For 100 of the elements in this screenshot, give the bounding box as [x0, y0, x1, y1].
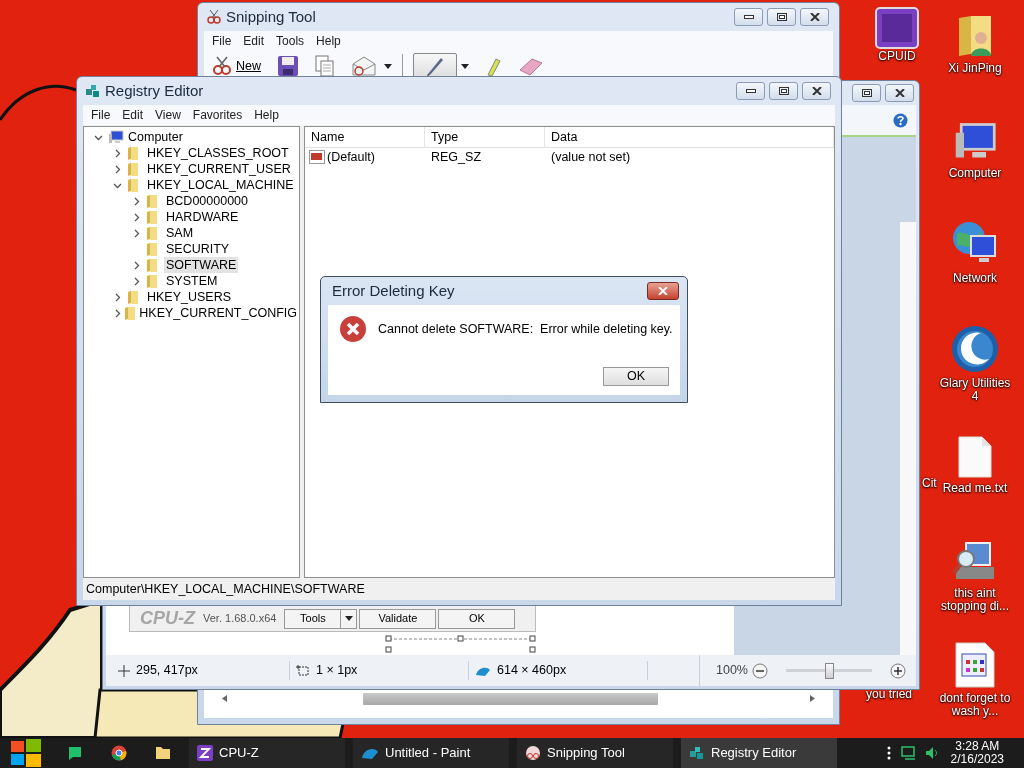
cpu-chip-icon: [197, 745, 213, 761]
zoom-slider[interactable]: [786, 662, 872, 679]
taskbar-button[interactable]: Untitled - Paint: [353, 738, 509, 768]
close-button[interactable]: [802, 82, 831, 100]
folder-icon: [146, 193, 158, 209]
column-header[interactable]: Data: [545, 127, 834, 147]
desktop-icon-label[interactable]: Computer: [936, 167, 1014, 180]
desktop-icon-label[interactable]: CPUID: [878, 50, 916, 63]
menu-item[interactable]: Tools: [270, 32, 311, 50]
folder-icon[interactable]: [155, 746, 171, 760]
tree-item[interactable]: HKEY_CURRENT_CONFIG: [137, 305, 299, 321]
folder-icon: [146, 209, 158, 225]
chevron-right-icon[interactable]: [113, 148, 122, 158]
menu-item[interactable]: Edit: [116, 106, 150, 124]
dialog-title: Error Deleting Key: [332, 280, 455, 301]
tree-item[interactable]: HARDWARE: [164, 209, 241, 225]
app-window-icon: [955, 642, 995, 688]
minimize-button[interactable]: [734, 8, 763, 26]
scroll-right-icon[interactable]: [810, 695, 815, 702]
tree-item[interactable]: SOFTWARE: [164, 257, 239, 273]
restore-button[interactable]: [769, 82, 798, 100]
help-icon[interactable]: [893, 112, 908, 128]
menu-item[interactable]: File: [85, 106, 117, 124]
tree-item[interactable]: SECURITY: [164, 241, 232, 257]
chevron-right-icon[interactable]: [132, 196, 141, 206]
volume-icon[interactable]: [924, 746, 939, 760]
minimize-button[interactable]: [736, 82, 765, 100]
column-header[interactable]: Type: [425, 127, 545, 147]
registry-icon: [85, 83, 101, 99]
close-button[interactable]: [800, 8, 829, 26]
cursor-position: 295, 417px: [136, 662, 198, 680]
image-button[interactable]: Validate: [359, 608, 437, 629]
restore-icon: [776, 13, 787, 21]
restore-button[interactable]: [852, 84, 881, 102]
chrome-icon[interactable]: [111, 745, 127, 761]
desktop-icon-label[interactable]: Read me.txt: [936, 482, 1014, 495]
close-button[interactable]: [885, 84, 914, 102]
chevron-right-icon[interactable]: [132, 212, 141, 222]
tree-item[interactable]: SYSTEM: [164, 273, 220, 289]
network-icon[interactable]: [900, 746, 917, 760]
desktop-icon-label[interactable]: Cit: [922, 477, 937, 490]
window-title: Snipping Tool: [226, 6, 316, 27]
status-path: Computer\HKEY_LOCAL_MACHINE\SOFTWARE: [86, 580, 365, 598]
tree-item[interactable]: HKEY_USERS: [145, 289, 234, 305]
taskbar-button[interactable]: Snipping Tool: [517, 738, 673, 768]
tree-item[interactable]: Computer: [126, 129, 185, 145]
tree-item[interactable]: HKEY_CLASSES_ROOT: [145, 145, 291, 161]
dropdown-arrow-icon[interactable]: [344, 616, 353, 621]
desktop-icon-label[interactable]: Network: [936, 272, 1014, 285]
chevron-right-icon[interactable]: [113, 308, 122, 318]
folder-icon: [127, 145, 139, 161]
minimize-icon: [743, 15, 754, 19]
close-icon: [658, 287, 668, 295]
desktop-icon-label[interactable]: Xi JinPing: [936, 62, 1014, 75]
desktop-icon-label[interactable]: this aint stopping di...: [936, 587, 1014, 613]
restore-button[interactable]: [767, 8, 796, 26]
scroll-left-icon[interactable]: [222, 695, 227, 702]
computer-icon: [108, 129, 124, 145]
cpu-chip-icon: [874, 6, 920, 50]
menu-item[interactable]: View: [149, 106, 187, 124]
menu-item[interactable]: File: [206, 32, 238, 50]
vertical-scrollbar[interactable]: [900, 222, 916, 655]
new-tool-button[interactable]: New: [208, 52, 264, 80]
close-button[interactable]: [647, 282, 679, 300]
chevron-right-icon[interactable]: [132, 228, 141, 238]
desktop-icon-label[interactable]: Glary Utilities 4: [936, 377, 1014, 403]
chevron-right-icon[interactable]: [113, 164, 122, 174]
menu-item[interactable]: Edit: [237, 32, 271, 50]
menu-item[interactable]: Help: [310, 32, 347, 50]
taskbar-button[interactable]: Registry Editor: [681, 738, 837, 768]
desktop-icon-label[interactable]: you tried: [866, 688, 913, 701]
image-button[interactable]: Tools: [284, 608, 358, 629]
scrollbar-thumb[interactable]: [363, 692, 658, 705]
zoom-out-icon[interactable]: [752, 662, 768, 679]
menu-item[interactable]: Favorites: [186, 106, 249, 124]
resize-handles-drawing[interactable]: [385, 635, 537, 653]
string-value-icon: [309, 150, 325, 164]
windows-logo-icon[interactable]: [11, 739, 41, 767]
envelope-icon: [351, 55, 377, 77]
ok-button[interactable]: OK: [603, 367, 669, 386]
zoom-in-icon[interactable]: [890, 662, 906, 679]
chat-icon[interactable]: [67, 745, 83, 761]
tree-item[interactable]: HKEY_CURRENT_USER: [145, 161, 293, 177]
desktop-icon-label[interactable]: dont forget to wash y...: [936, 692, 1014, 718]
taskbar-button[interactable]: CPU-Z: [189, 738, 345, 768]
tree-item[interactable]: HKEY_LOCAL_MACHINE: [145, 177, 296, 193]
dropdown-arrow-icon[interactable]: [384, 63, 392, 69]
clock[interactable]: 3:28 AM 2/16/2023: [950, 740, 1004, 766]
chevron-right-icon[interactable]: [113, 292, 122, 302]
chevron-right-icon[interactable]: [132, 276, 141, 286]
tree-item[interactable]: SAM: [164, 225, 196, 241]
image-button[interactable]: OK: [438, 608, 516, 629]
column-header[interactable]: Name: [305, 127, 425, 147]
chevron-right-icon[interactable]: [132, 260, 141, 270]
menu-item[interactable]: Help: [248, 106, 285, 124]
dropdown-arrow-icon[interactable]: [461, 63, 469, 69]
more-icon[interactable]: [886, 746, 891, 760]
tree-item[interactable]: BCD00000000: [164, 193, 250, 209]
folder-icon: [146, 273, 158, 289]
image-size: 614 × 460px: [497, 662, 567, 680]
